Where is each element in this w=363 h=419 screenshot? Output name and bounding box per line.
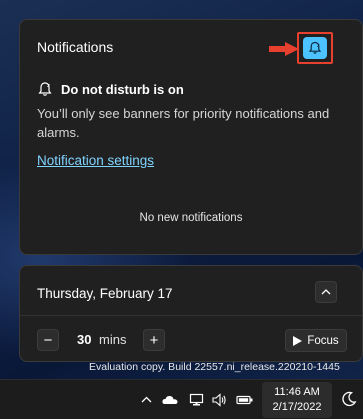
dnd-heading: Do not disturb is on	[61, 81, 184, 97]
chevron-up-icon[interactable]	[139, 393, 154, 407]
do-not-disturb-icon: z	[303, 37, 327, 59]
calendar-collapse-button[interactable]	[315, 281, 337, 303]
bell-snooze-icon: z	[38, 82, 52, 96]
clock-date: 2/17/2022	[272, 401, 322, 413]
focus-session-row: − 30 mins + Focus	[37, 329, 347, 353]
notification-settings-link[interactable]: Notification settings	[37, 153, 154, 168]
increase-minutes-button[interactable]: +	[143, 329, 165, 351]
taskbar: 11:46 AM 2/17/2022	[0, 379, 363, 419]
volume-icon[interactable]	[212, 393, 227, 407]
no-notifications-text: No new notifications	[139, 212, 243, 224]
notification-center-panel: Notifications z z Do not disturb is on Y…	[19, 19, 363, 255]
focus-minutes-value: 30	[77, 332, 92, 347]
svg-text:z: z	[317, 43, 320, 49]
annotation-arrow-icon	[269, 42, 299, 56]
calendar-date-label: Thursday, February 17	[37, 286, 173, 301]
do-not-disturb-toggle[interactable]: z	[297, 32, 333, 64]
evaluation-watermark: Evaluation copy. Build 22557.ni_release.…	[89, 361, 340, 373]
onedrive-cloud-icon[interactable]	[161, 393, 179, 407]
decrease-minutes-button[interactable]: −	[37, 329, 59, 351]
chevron-up-icon	[321, 289, 331, 295]
desktop: { "notifications": { "title": "Notificat…	[0, 0, 363, 419]
clock-time: 11:46 AM	[274, 386, 320, 398]
svg-text:z: z	[47, 83, 50, 89]
focus-button-label: Focus	[307, 334, 339, 347]
quiet-hours-moon-icon[interactable]	[341, 391, 357, 407]
play-icon	[293, 335, 303, 346]
taskbar-clock[interactable]: 11:46 AM 2/17/2022	[262, 382, 332, 418]
calendar-panel: Thursday, February 17 − 30 mins + Focus	[19, 265, 363, 362]
focus-minutes-unit: mins	[99, 332, 127, 347]
notifications-title: Notifications	[37, 39, 114, 55]
battery-icon[interactable]	[236, 393, 254, 407]
network-icon[interactable]	[189, 393, 204, 407]
dnd-status-row: z Do not disturb is on	[37, 81, 184, 97]
divider	[20, 315, 362, 316]
dnd-description: You’ll only see banners for priority not…	[37, 106, 330, 140]
start-focus-button[interactable]: Focus	[285, 329, 347, 352]
